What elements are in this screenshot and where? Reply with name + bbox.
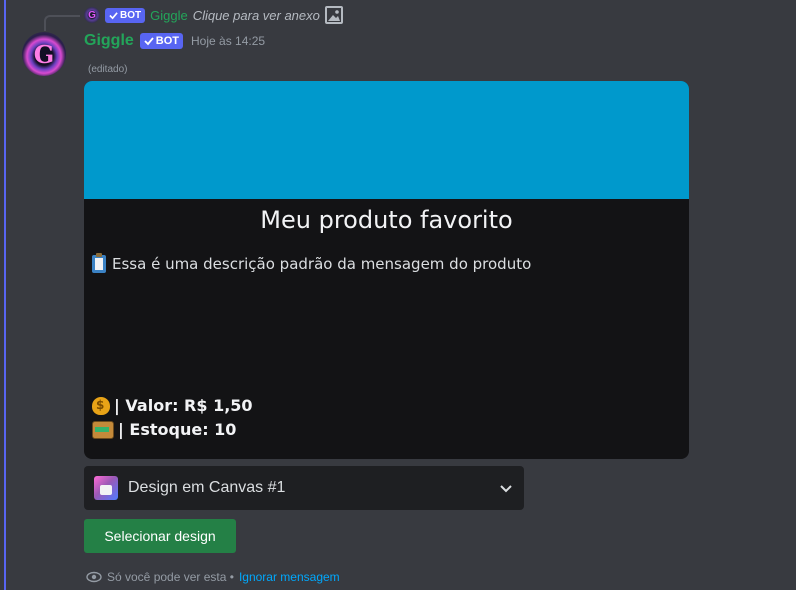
- reply-preview[interactable]: G BOT Giggle Clique para ver anexo: [84, 6, 343, 24]
- ephemeral-notice: Só você pode ver esta • Ignorar mensagem: [86, 569, 340, 585]
- reply-connector: [44, 15, 80, 31]
- design-select-value: Design em Canvas #1: [128, 479, 286, 496]
- reply-preview-text[interactable]: Clique para ver anexo: [193, 8, 320, 23]
- edited-label: (editado): [88, 64, 128, 75]
- canvas-design-icon: [94, 476, 118, 500]
- timestamp[interactable]: Hoje às 14:25: [191, 34, 265, 48]
- dismiss-message-link[interactable]: Ignorar mensagem: [239, 570, 340, 584]
- reply-bot-tag-label: BOT: [120, 9, 142, 21]
- username[interactable]: Giggle: [84, 32, 134, 50]
- product-value: | Valor: R$ 1,50: [92, 396, 253, 415]
- reply-author[interactable]: Giggle: [150, 8, 188, 23]
- message-header: Giggle BOT Hoje às 14:25: [84, 32, 265, 50]
- design-select[interactable]: Design em Canvas #1: [84, 466, 524, 510]
- image-icon: [324, 6, 343, 24]
- package-icon: [92, 420, 114, 439]
- avatar[interactable]: G: [22, 32, 66, 76]
- highlight-accent-bar: [4, 0, 6, 590]
- check-icon: [144, 37, 154, 46]
- ephemeral-notice-text: Só você pode ver esta •: [107, 570, 234, 584]
- bot-tag: BOT: [139, 33, 184, 49]
- product-stock-text: | Estoque: 10: [118, 420, 237, 439]
- chevron-down-icon[interactable]: [498, 480, 514, 496]
- eye-icon: [86, 571, 102, 583]
- product-title: Meu produto favorito: [260, 206, 513, 234]
- clipboard-icon: [92, 253, 106, 273]
- product-description: Essa é uma descrição padrão da mensagem …: [92, 253, 532, 273]
- bot-tag-label: BOT: [155, 34, 180, 47]
- product-stock: | Estoque: 10: [92, 420, 236, 439]
- check-icon: [109, 11, 118, 19]
- card-banner: [84, 81, 689, 199]
- product-value-text: | Valor: R$ 1,50: [114, 396, 253, 415]
- money-bag-icon: [92, 396, 110, 415]
- reply-avatar[interactable]: G: [84, 7, 100, 23]
- reply-bot-tag: BOT: [105, 7, 146, 23]
- select-design-button[interactable]: Selecionar design: [84, 519, 236, 553]
- product-description-text: Essa é uma descrição padrão da mensagem …: [112, 255, 532, 273]
- avatar-initial: G: [33, 39, 55, 69]
- product-image-card[interactable]: Meu produto favorito Essa é uma descriçã…: [84, 81, 689, 459]
